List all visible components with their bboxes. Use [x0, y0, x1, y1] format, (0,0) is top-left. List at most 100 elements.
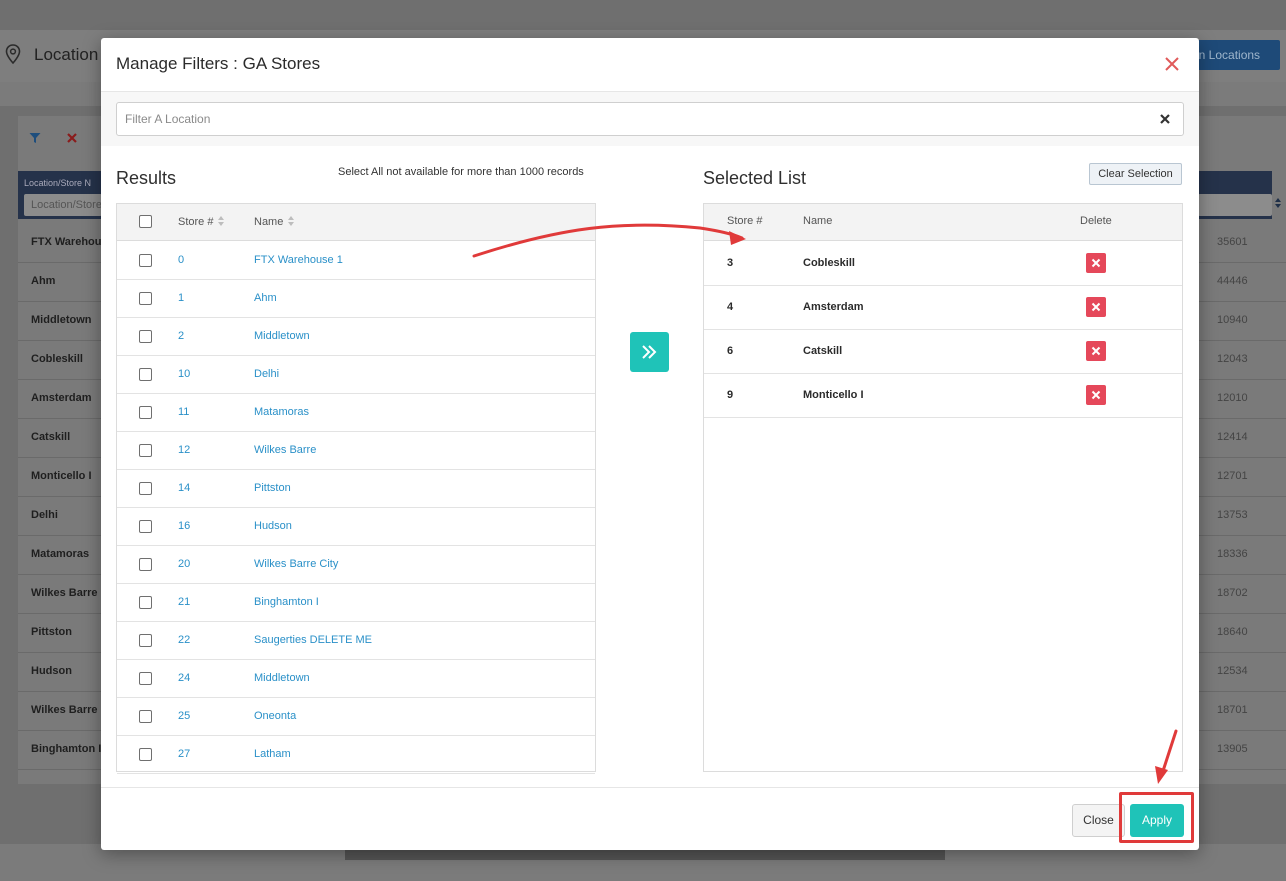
result-row[interactable]: 14 Pittston [117, 470, 595, 508]
result-row[interactable]: 27 Latham [117, 736, 595, 774]
row-store-name[interactable]: Ahm [254, 292, 277, 304]
row-store-number[interactable]: 20 [178, 558, 190, 570]
column-store-number[interactable]: Store # [178, 215, 225, 228]
row-store-number: 9 [727, 389, 734, 401]
delete-row-button[interactable] [1086, 297, 1106, 317]
row-store-number[interactable]: 11 [178, 406, 189, 418]
sort-icon [218, 216, 225, 226]
column-filter-input-2[interactable] [1198, 194, 1272, 216]
result-row[interactable]: 1 Ahm [117, 280, 595, 318]
row-checkbox[interactable] [139, 596, 152, 609]
column-name[interactable]: Name [254, 215, 295, 228]
close-button[interactable]: Close [1072, 804, 1125, 837]
close-icon[interactable] [1162, 54, 1182, 74]
row-store-name[interactable]: Binghamton I [254, 596, 319, 608]
row-store-name[interactable]: Matamoras [254, 406, 309, 418]
result-row[interactable]: 11 Matamoras [117, 394, 595, 432]
row-store-name[interactable]: Saugerties DELETE ME [254, 634, 372, 646]
row-store-name[interactable]: Wilkes Barre City [254, 558, 338, 570]
selected-table: Store # Name Delete 3 Cobleskill 4 Amsterda… [703, 203, 1183, 772]
row-store-name[interactable]: Latham [254, 748, 291, 760]
close-icon [1091, 390, 1101, 400]
result-row[interactable]: 10 Delhi [117, 356, 595, 394]
row-store-name[interactable]: Oneonta [254, 710, 296, 722]
row-location-name: Pittston [31, 626, 72, 638]
column-name-label: Name [254, 216, 284, 228]
row-store-number[interactable]: 2 [178, 330, 184, 342]
result-row[interactable]: 2 Middletown [117, 318, 595, 356]
row-store-number[interactable]: 14 [178, 482, 190, 494]
delete-row-button[interactable] [1086, 385, 1106, 405]
row-store-name[interactable]: Wilkes Barre [254, 444, 316, 456]
apply-button[interactable]: Apply [1130, 804, 1184, 837]
row-checkbox[interactable] [139, 482, 152, 495]
result-row[interactable]: 0 FTX Warehouse 1 [117, 242, 595, 280]
close-icon [1091, 258, 1101, 268]
sort-icon[interactable] [1274, 197, 1282, 209]
selected-row: 6 Catskill [704, 330, 1182, 374]
row-store-number[interactable]: 27 [178, 748, 190, 760]
row-store-name[interactable]: Hudson [254, 520, 292, 532]
row-store-number[interactable]: 24 [178, 672, 190, 684]
filter-icon[interactable] [29, 132, 41, 144]
location-pin-icon [5, 44, 21, 64]
clear-search-icon[interactable] [1157, 111, 1173, 127]
results-table-header: Store # Name [117, 204, 595, 241]
row-store-number[interactable]: 10 [178, 368, 190, 380]
row-store-name[interactable]: Pittston [254, 482, 291, 494]
row-store-name[interactable]: Middletown [254, 672, 310, 684]
filter-location-input[interactable] [125, 103, 1145, 135]
result-row[interactable]: 16 Hudson [117, 508, 595, 546]
row-checkbox[interactable] [139, 444, 152, 457]
row-checkbox[interactable] [139, 558, 152, 571]
result-row[interactable]: 24 Middletown [117, 660, 595, 698]
row-value: 35601 [1217, 236, 1248, 248]
row-store-number[interactable]: 22 [178, 634, 190, 646]
row-checkbox[interactable] [139, 254, 152, 267]
clear-filter-icon[interactable] [67, 133, 77, 143]
row-store-number[interactable]: 0 [178, 254, 184, 266]
column-filter-input[interactable]: Location/Store [24, 194, 102, 216]
row-checkbox[interactable] [139, 634, 152, 647]
row-checkbox[interactable] [139, 292, 152, 305]
row-store-number[interactable]: 21 [178, 596, 190, 608]
row-store-name[interactable]: FTX Warehouse 1 [254, 254, 343, 266]
row-checkbox[interactable] [139, 672, 152, 685]
select-all-checkbox[interactable] [139, 215, 152, 228]
row-value: 18640 [1217, 626, 1248, 638]
modal-footer-divider [101, 787, 1199, 788]
row-store-name[interactable]: Delhi [254, 368, 279, 380]
row-location-name: Delhi [31, 509, 58, 521]
delete-row-button[interactable] [1086, 341, 1106, 361]
clear-selection-button[interactable]: Clear Selection [1089, 163, 1182, 185]
background-footer [345, 850, 945, 860]
move-to-selected-button[interactable] [630, 332, 669, 372]
row-checkbox[interactable] [139, 520, 152, 533]
row-value: 12010 [1217, 392, 1248, 404]
row-checkbox[interactable] [139, 710, 152, 723]
row-value: 12043 [1217, 353, 1248, 365]
result-row[interactable]: 21 Binghamton I [117, 584, 595, 622]
row-checkbox[interactable] [139, 368, 152, 381]
row-store-name: Cobleskill [803, 257, 855, 269]
selected-row: 3 Cobleskill [704, 242, 1182, 286]
result-row[interactable]: 20 Wilkes Barre City [117, 546, 595, 584]
column-header-location: Location/Store N [24, 178, 92, 188]
row-store-number[interactable]: 25 [178, 710, 190, 722]
row-store-number[interactable]: 1 [178, 292, 184, 304]
sort-icon [288, 216, 295, 226]
row-checkbox[interactable] [139, 406, 152, 419]
row-checkbox[interactable] [139, 748, 152, 761]
result-row[interactable]: 12 Wilkes Barre [117, 432, 595, 470]
row-store-number[interactable]: 12 [178, 444, 190, 456]
column-store-number: Store # [727, 215, 763, 227]
row-value: 12534 [1217, 665, 1248, 677]
result-row[interactable]: 22 Saugerties DELETE ME [117, 622, 595, 660]
row-location-name: Wilkes Barre [31, 704, 98, 716]
row-checkbox[interactable] [139, 330, 152, 343]
result-row[interactable]: 25 Oneonta [117, 698, 595, 736]
row-store-name[interactable]: Middletown [254, 330, 310, 342]
delete-row-button[interactable] [1086, 253, 1106, 273]
row-store-number: 3 [727, 257, 734, 269]
row-store-number[interactable]: 16 [178, 520, 190, 532]
